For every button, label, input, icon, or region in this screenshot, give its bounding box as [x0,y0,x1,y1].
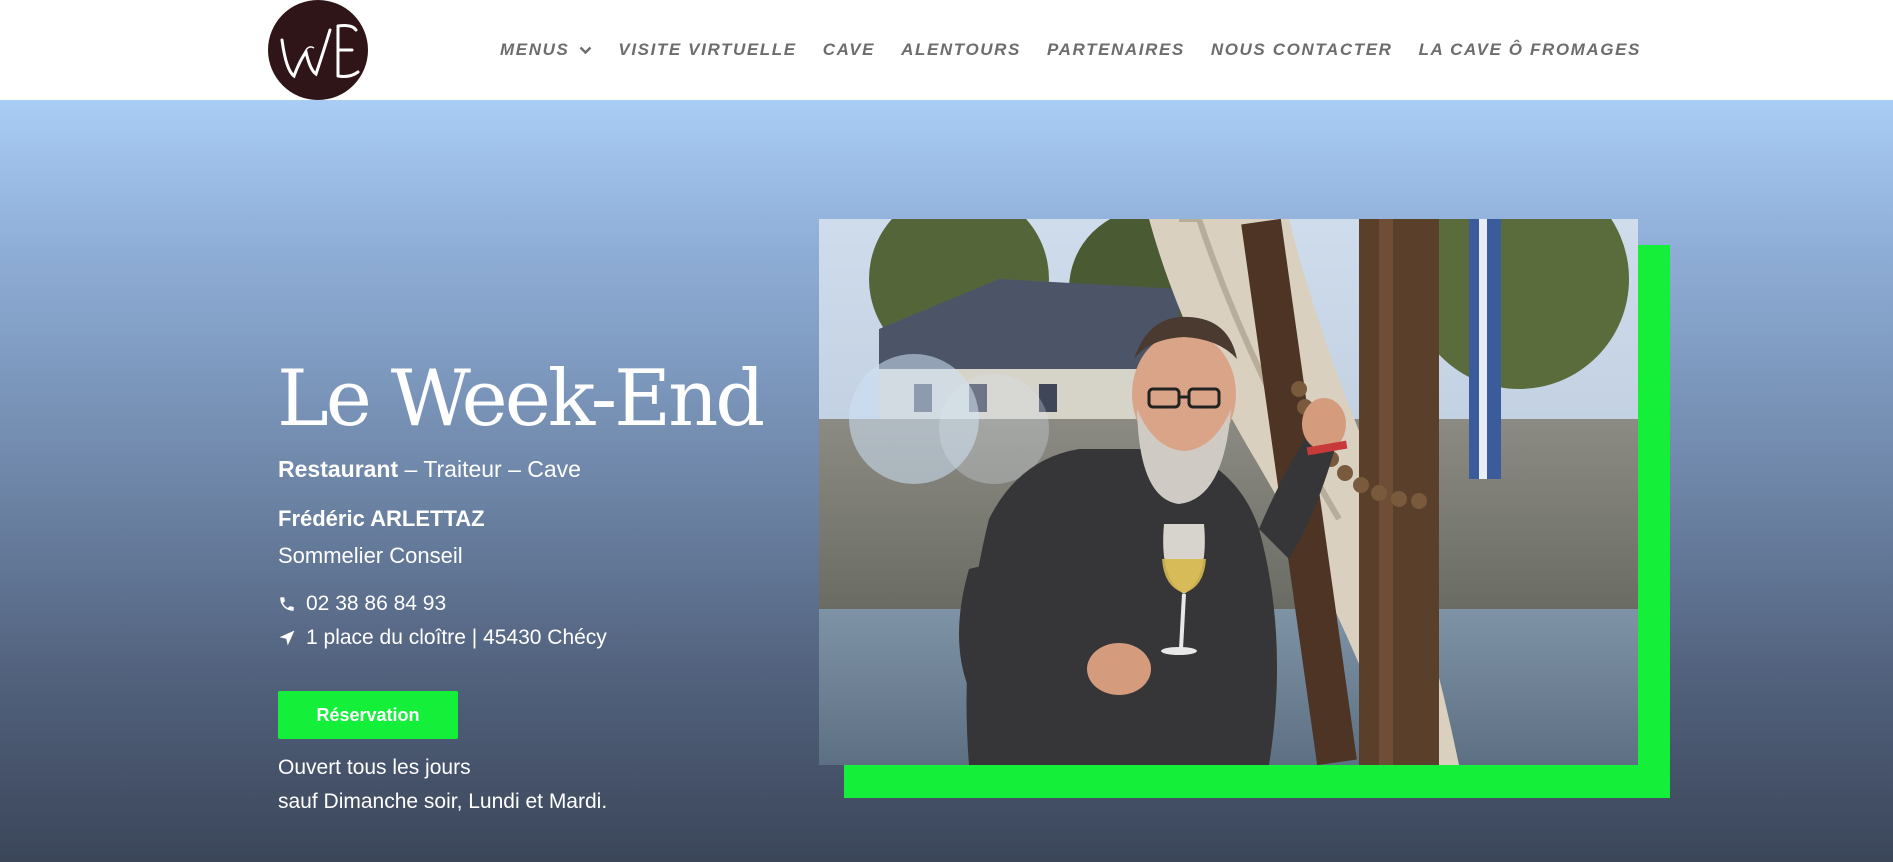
nav-item-label: MENUS [500,40,570,59]
location-arrow-icon [279,630,295,646]
address-line: 1 place du cloître | 45430 Chécy [278,626,607,650]
nav-item-alentours[interactable]: ALENTOURS [901,40,1021,60]
nav-item-cave[interactable]: CAVE [823,40,875,60]
phone-line[interactable]: 02 38 86 84 93 [278,592,446,616]
sommelier-photo [819,219,1638,765]
hero-section: Le Week-End Restaurant – Traiteur – Cave… [0,100,1893,862]
nav-item-label: ALENTOURS [901,40,1021,59]
nav-item-label: CAVE [822,40,876,59]
nav-item-la-cave-o-fromages[interactable]: LA CAVE Ô FROMAGES [1419,40,1641,60]
hours-line-1: Ouvert tous les jours [278,756,471,779]
nav-item-label: VISITE VIRTUELLE [618,40,797,59]
tagline-rest: – Traiteur – Cave [398,456,581,482]
nav-item-partenaires[interactable]: PARTENAIRES [1047,40,1185,60]
site-logo[interactable] [268,0,368,100]
tagline: Restaurant – Traiteur – Cave [278,456,581,483]
nav-item-nous-contacter[interactable]: NOUS CONTACTER [1211,40,1393,60]
owner-name: Frédéric ARLETTAZ [278,506,485,531]
nav-item-visite-virtuelle[interactable]: VISITE VIRTUELLE [618,40,796,60]
logo-mark [269,1,367,99]
page-title: Le Week-End [277,354,765,445]
nav-item-label: LA CAVE Ô FROMAGES [1418,40,1641,59]
owner-role: Sommelier Conseil [278,543,463,568]
nav-item-menus[interactable]: MENUS [500,40,592,60]
site-header: MENUS VISITE VIRTUELLE CAVE ALENTOURS PA… [0,0,1893,100]
reservation-button[interactable]: Réservation [278,691,458,739]
phone-icon [280,597,294,611]
hours-line-2: sauf Dimanche soir, Lundi et Mardi. [278,790,608,813]
address-text: 1 place du cloître | 45430 Chécy [306,626,607,649]
photo-illustration [819,219,1638,765]
chevron-down-icon [580,46,592,54]
tagline-bold: Restaurant [278,456,399,482]
phone-number: 02 38 86 84 93 [306,592,447,615]
nav-item-label: NOUS CONTACTER [1210,40,1393,59]
nav-item-label: PARTENAIRES [1046,40,1185,59]
main-nav: MENUS VISITE VIRTUELLE CAVE ALENTOURS PA… [500,0,1667,100]
